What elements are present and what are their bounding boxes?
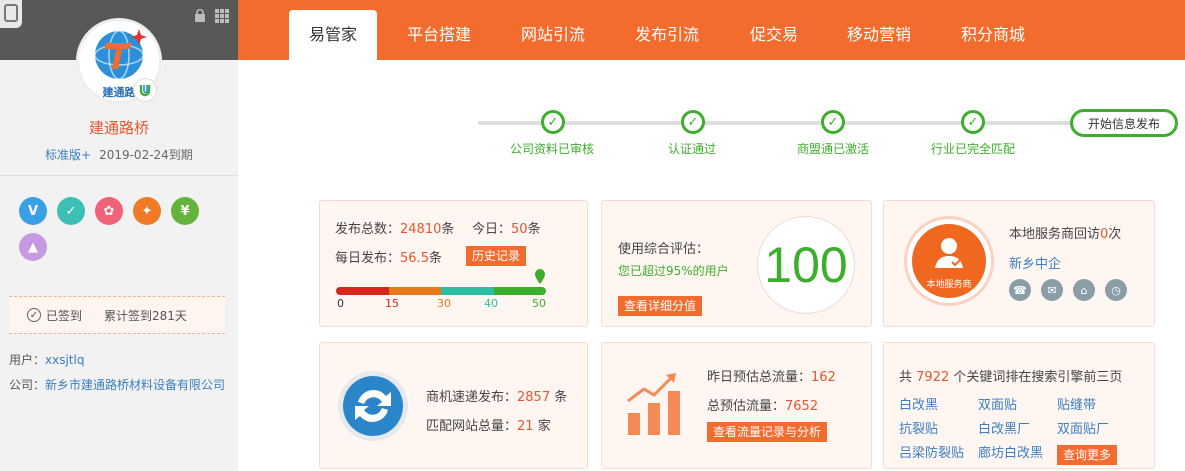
step-check-icon: ✓	[961, 110, 985, 134]
scale-label: 30	[437, 297, 451, 310]
home-icon[interactable]: ⌂	[1073, 279, 1095, 301]
tab-yiguanjia[interactable]: 易管家	[289, 10, 377, 60]
step-label: 商盟通已激活	[797, 142, 870, 156]
yesterday-traffic: 昨日预估总流量：162	[707, 370, 836, 385]
sync-publish-icon	[338, 371, 408, 441]
progress-track	[478, 121, 1078, 125]
scale-label: 50	[532, 297, 546, 310]
logo-badge-icon	[133, 78, 157, 102]
publish-total: 发布总数：24810条	[335, 222, 455, 237]
clock-icon[interactable]: ◷	[1105, 279, 1127, 301]
star-badge-icon[interactable]: ✦	[133, 197, 161, 225]
apps-grid-icon[interactable]	[215, 9, 229, 23]
evaluation-exceed: 您已超过95%的用户	[618, 264, 729, 278]
tab-publish-traffic[interactable]: 发布引流	[626, 0, 708, 60]
keyword-link[interactable]: 双面贴厂	[1057, 418, 1109, 437]
checkin-box: ✓ 已签到 累计签到281天	[9, 296, 225, 334]
step-label: 行业已完全匹配	[931, 142, 1016, 156]
user-label: 用户：	[9, 353, 46, 367]
company-line: 公司：新乡市建通路桥材料设备有限公司	[9, 376, 225, 393]
traffic-analysis-button[interactable]: 查看流量记录与分析	[707, 422, 828, 442]
publish-level-bar	[336, 287, 546, 295]
award-icon[interactable]: ✿	[95, 197, 123, 225]
scale-label: 40	[484, 297, 498, 310]
publish-daily: 每日发布：56.5条	[335, 251, 442, 266]
service-card: 本地服务商 本地服务商回访0次 新乡中企 ☎ ✉ ⌂ ◷	[883, 200, 1155, 327]
checkin-total: 累计签到281天	[104, 308, 187, 323]
keyword-link[interactable]: 双面贴	[978, 394, 1017, 413]
quick-publish-card: 商机速递发布：2857 条 匹配网站总量：21 家	[319, 342, 588, 469]
growth-chart-icon	[627, 373, 680, 435]
service-person-icon	[935, 238, 963, 268]
scale-label: 15	[385, 297, 399, 310]
detail-score-button[interactable]: 查看详细分值	[618, 296, 703, 316]
query-more-button[interactable]: 查询更多	[1057, 445, 1118, 465]
sidebar: 建通路 建通路桥 标准版+ 2019-02-24到期 V ✓ ✿ ✦ ¥ ▲ ✓ …	[0, 0, 238, 471]
evaluation-label: 使用综合评估：	[618, 242, 710, 257]
keyword-summary: 共 7922 个关键词排在搜索引擎前三页	[899, 370, 1123, 385]
keyword-link[interactable]: 抗裂贴	[899, 418, 938, 437]
divider	[0, 175, 238, 176]
history-button[interactable]: 历史记录	[466, 246, 527, 266]
tab-site-traffic[interactable]: 网站引流	[512, 0, 594, 60]
lock-icon[interactable]	[194, 9, 206, 22]
service-circle-text: 本地服务商	[926, 280, 972, 290]
keyword-link[interactable]: 白改黑厂	[978, 418, 1030, 437]
user-value[interactable]: xxsjtlq	[45, 353, 84, 367]
keywords-card: 共 7922 个关键词排在搜索引擎前三页 白改黑 双面贴 贴缝带 抗裂贴 白改黑…	[883, 342, 1155, 469]
chat-icon[interactable]: ✉	[1041, 279, 1063, 301]
step-check-icon: ✓	[681, 110, 705, 134]
traffic-card: 昨日预估总流量：162 总预估流量：7652 查看流量记录与分析	[601, 342, 872, 469]
keyword-link[interactable]: 廊坊白改黑	[978, 442, 1043, 461]
top-nav: 易管家 平台搭建 网站引流 发布引流 促交易 移动营销 积分商城	[238, 0, 1185, 60]
version-line: 标准版+ 2019-02-24到期	[45, 146, 193, 163]
publish-today: 今日：50条	[472, 222, 541, 237]
fast-publish-stat: 商机速递发布：2857 条	[426, 390, 568, 405]
step-check-icon: ✓	[541, 110, 565, 134]
keyword-link[interactable]: 吕梁防裂贴	[899, 442, 964, 461]
start-publish-button[interactable]: 开始信息发布	[1070, 109, 1178, 137]
scale-label: 0	[337, 297, 344, 310]
company-label: 公司：	[9, 378, 46, 392]
publish-stats-card: 发布总数：24810条 今日：50条 每日发布：56.5条 历史记录 0 15 …	[319, 200, 588, 327]
service-avatar: 本地服务商	[904, 216, 994, 306]
map-pin-icon	[535, 269, 545, 284]
company-value[interactable]: 新乡市建通路桥材料设备有限公司	[45, 378, 225, 392]
service-visits: 本地服务商回访0次	[1009, 227, 1122, 242]
score-value: 100	[757, 216, 855, 314]
keyword-link[interactable]: 贴缝带	[1057, 394, 1096, 413]
step-label: 公司资料已审核	[510, 142, 595, 156]
v-verified-icon[interactable]: V	[19, 197, 47, 225]
expiry-date: 2019-02-24到期	[99, 148, 193, 162]
total-traffic: 总预估流量：7652	[707, 399, 819, 414]
checkin-status: 已签到	[46, 308, 83, 323]
check-icon: ✓	[27, 308, 41, 322]
window-tab-icon[interactable]	[0, 0, 22, 28]
step-check-icon: ✓	[821, 110, 845, 134]
match-site-stat: 匹配网站总量：21 家	[426, 419, 551, 434]
phone-icon[interactable]: ☎	[1009, 279, 1031, 301]
keyword-link[interactable]: 白改黑	[899, 394, 938, 413]
evaluation-card: 使用综合评估： 您已超过95%的用户 查看详细分值 100	[601, 200, 872, 327]
company-name: 建通路桥	[88, 119, 149, 137]
page: 建通路 建通路桥 标准版+ 2019-02-24到期 V ✓ ✿ ✦ ¥ ▲ ✓ …	[0, 0, 1185, 471]
service-provider-link[interactable]: 新乡中企	[1009, 253, 1061, 272]
step-label: 认证通过	[668, 142, 717, 156]
user-line: 用户：xxsjtlq	[9, 351, 84, 368]
tab-platform[interactable]: 平台搭建	[398, 0, 480, 60]
image-icon[interactable]: ▲	[19, 233, 47, 261]
tab-mobile[interactable]: 移动营销	[838, 0, 920, 60]
yen-icon[interactable]: ¥	[171, 197, 199, 225]
tab-trade[interactable]: 促交易	[740, 0, 808, 60]
shield-icon[interactable]: ✓	[57, 197, 85, 225]
version-link[interactable]: 标准版+	[45, 148, 91, 162]
logo-text: 建通路	[103, 85, 137, 99]
tab-points-mall[interactable]: 积分商城	[952, 0, 1034, 60]
